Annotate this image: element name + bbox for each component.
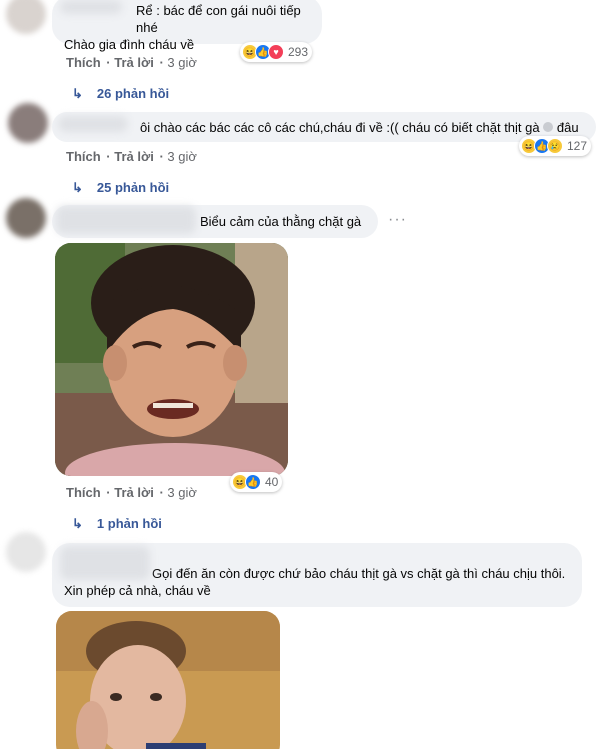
like-icon: 👍 xyxy=(245,474,261,490)
more-options-icon[interactable]: ··· xyxy=(388,211,407,229)
reaction-summary[interactable]: 😆 👍 ♥ 293 xyxy=(240,42,313,62)
replies-count: 1 phản hồi xyxy=(96,516,162,531)
reaction-count: 127 xyxy=(567,139,588,153)
sad-icon: 😢 xyxy=(547,138,563,154)
comment-text: ôi chào các bác các cô các chú,cháu đi v… xyxy=(140,120,579,135)
reply-arrow-icon: ↳ xyxy=(72,180,83,195)
like-link[interactable]: Thích xyxy=(66,485,101,500)
avatar[interactable] xyxy=(8,103,48,143)
comment-photo[interactable] xyxy=(55,243,288,476)
avatar[interactable] xyxy=(6,532,46,572)
crying-girl-photo xyxy=(55,243,288,476)
timestamp[interactable]: 3 giờ xyxy=(167,55,197,70)
comment-text-line: Xin phép cả nhà, cháu về xyxy=(64,583,211,598)
timestamp[interactable]: 3 giờ xyxy=(167,149,197,164)
like-link[interactable]: Thích xyxy=(66,149,101,164)
commenter-name[interactable] xyxy=(58,116,128,132)
reply-link[interactable]: Trả lời xyxy=(114,149,154,164)
commenter-name[interactable] xyxy=(56,206,196,234)
replies-count: 26 phản hồi xyxy=(96,86,170,101)
reaction-summary[interactable]: 😆 👍 😢 127 xyxy=(519,136,592,156)
view-replies-link[interactable]: ↳ 25 phản hồi xyxy=(72,180,169,196)
replies-count: 25 phản hồi xyxy=(96,180,170,195)
comment-actions: Thích · Trả lời · 3 giờ xyxy=(66,149,197,164)
reaction-summary[interactable]: 😆 👍 40 xyxy=(230,472,283,492)
avatar[interactable] xyxy=(6,198,46,238)
reaction-count: 293 xyxy=(288,45,309,59)
reaction-count: 40 xyxy=(265,475,279,489)
comment-text: Biểu cảm của thằng chặt gà xyxy=(200,214,362,229)
reply-arrow-icon: ↳ xyxy=(72,516,83,531)
view-replies-link[interactable]: ↳ 1 phản hồi xyxy=(72,516,162,532)
timestamp[interactable]: 3 giờ xyxy=(167,485,197,500)
reply-link[interactable]: Trả lời xyxy=(114,485,154,500)
commenter-name[interactable] xyxy=(60,0,122,14)
love-icon: ♥ xyxy=(268,44,284,60)
avatar[interactable] xyxy=(6,0,46,34)
boy-thinking-photo xyxy=(56,611,280,749)
like-link[interactable]: Thích xyxy=(66,55,101,70)
reply-link[interactable]: Trả lời xyxy=(114,55,154,70)
comment-actions: Thích · Trả lời · 3 giờ xyxy=(66,55,197,70)
comment-actions: Thích · Trả lời · 3 giờ xyxy=(66,485,197,500)
comment-bubble: ôi chào các bác các cô các chú,cháu đi v… xyxy=(52,112,596,142)
comment-photo[interactable] xyxy=(56,611,280,749)
commenter-name[interactable] xyxy=(60,546,150,580)
view-replies-link[interactable]: ↳ 26 phản hồi xyxy=(72,86,169,102)
reply-arrow-icon: ↳ xyxy=(72,86,83,101)
